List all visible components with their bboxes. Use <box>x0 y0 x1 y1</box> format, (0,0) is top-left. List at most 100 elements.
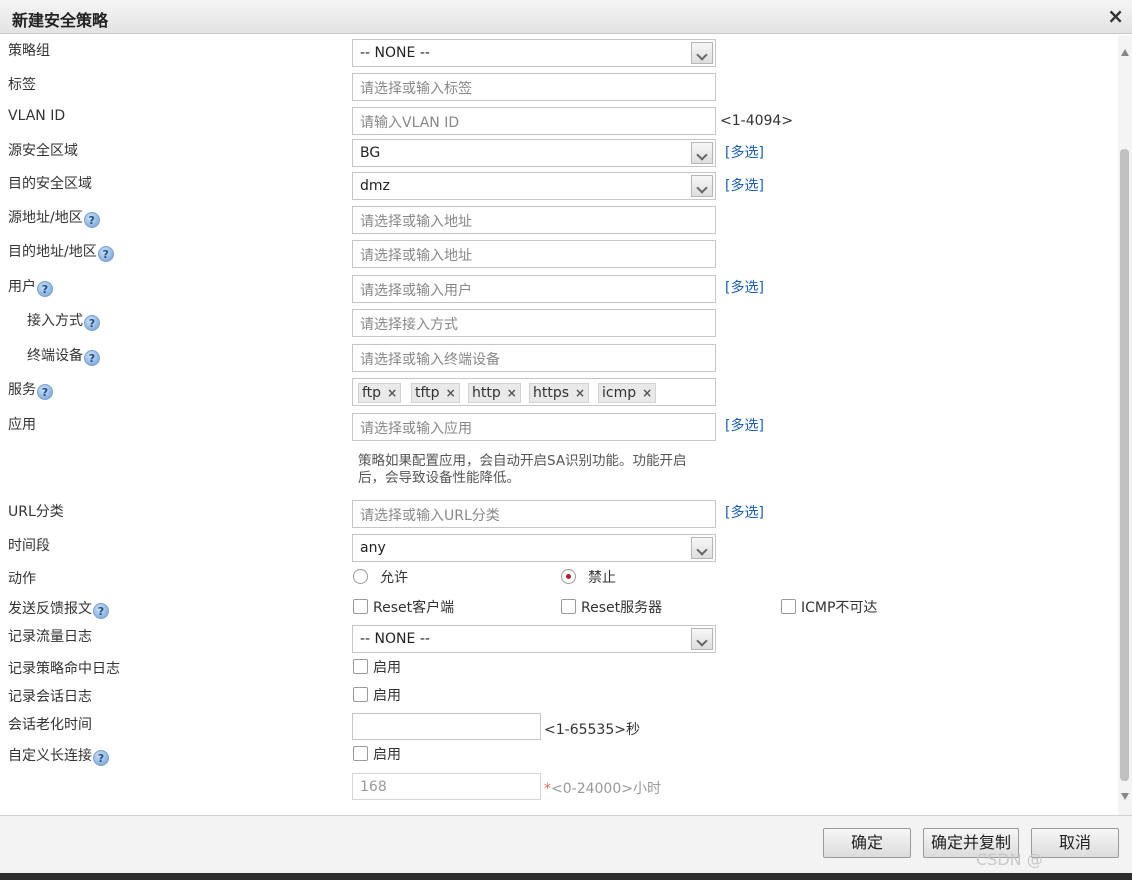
help-icon[interactable]: ? <box>93 750 109 766</box>
chevron-down-icon[interactable] <box>691 537 713 559</box>
url-multi-link[interactable]: [多选] <box>725 502 764 522</box>
src-zone-multi-link[interactable]: [多选] <box>725 142 764 162</box>
action-allow-radio[interactable] <box>353 569 368 584</box>
reset-client-label: Reset客户端 <box>373 600 455 616</box>
session-log-option: 启用 <box>373 688 401 704</box>
cancel-button[interactable]: 取消 <box>1031 828 1119 858</box>
user-input[interactable]: 请选择或输入用户 <box>352 275 716 303</box>
dst-zone-label: 目的安全区域 <box>8 176 92 192</box>
dst-zone-value: dmz <box>360 178 390 194</box>
url-input[interactable]: 请选择或输入URL分类 <box>352 500 716 528</box>
vlan-placeholder: 请输入VLAN ID <box>360 115 460 131</box>
service-tag-label: tftp <box>415 385 440 401</box>
vertical-scrollbar[interactable] <box>1118 35 1132 815</box>
chevron-down-icon[interactable] <box>691 142 713 164</box>
tag-input[interactable]: 请选择或输入标签 <box>352 73 716 101</box>
dst-addr-label-text: 目的地址/地区 <box>8 244 97 260</box>
tag-label: 标签 <box>8 77 36 93</box>
bottom-bar <box>0 873 1132 880</box>
access-label: 接入方式? <box>27 310 100 331</box>
app-note-line: 策略如果配置应用，会自动开启SA识别功能。功能开启 <box>358 453 687 469</box>
dst-addr-input[interactable]: 请选择或输入地址 <box>352 240 716 268</box>
aging-label: 会话老化时间 <box>8 717 92 733</box>
aging-input[interactable] <box>352 713 541 740</box>
help-icon[interactable]: ? <box>93 603 109 619</box>
src-zone-select[interactable]: BG <box>352 139 716 167</box>
url-label: URL分类 <box>8 504 64 520</box>
action-deny-radio[interactable] <box>561 569 576 584</box>
vlan-input[interactable]: 请输入VLAN ID <box>352 107 716 135</box>
traffic-log-value: -- NONE -- <box>360 631 430 647</box>
policy-group-select[interactable]: -- NONE -- <box>352 39 716 67</box>
scrollbar-thumb[interactable] <box>1120 149 1129 781</box>
service-tag: icmp × <box>598 383 657 403</box>
reset-client-checkbox[interactable] <box>353 599 368 614</box>
feedback-label: 发送反馈报文? <box>8 598 109 619</box>
dst-addr-label: 目的地址/地区? <box>8 241 114 262</box>
dialog-titlebar: 新建安全策略 × <box>0 0 1132 34</box>
src-addr-input[interactable]: 请选择或输入地址 <box>352 206 716 234</box>
terminal-placeholder: 请选择或输入终端设备 <box>360 352 500 368</box>
remove-icon[interactable]: × <box>642 386 652 400</box>
remove-icon[interactable]: × <box>446 386 456 400</box>
reset-server-label: Reset服务器 <box>581 600 663 616</box>
chevron-down-icon[interactable] <box>691 628 713 650</box>
vlan-label: VLAN ID <box>8 108 66 124</box>
reset-server-checkbox[interactable] <box>561 599 576 614</box>
service-tag: ftp × <box>358 383 402 403</box>
remove-icon[interactable]: × <box>387 386 397 400</box>
help-icon[interactable]: ? <box>37 384 53 400</box>
close-icon[interactable]: × <box>1107 4 1124 28</box>
access-input[interactable]: 请选择接入方式 <box>352 309 716 337</box>
remove-icon[interactable]: × <box>575 386 585 400</box>
time-select[interactable]: any <box>352 534 716 562</box>
user-multi-link[interactable]: [多选] <box>725 277 764 297</box>
policy-group-label: 策略组 <box>8 43 50 59</box>
terminal-input[interactable]: 请选择或输入终端设备 <box>352 344 716 372</box>
help-icon[interactable]: ? <box>97 246 114 262</box>
help-icon[interactable]: ? <box>84 350 100 366</box>
hit-log-checkbox[interactable] <box>353 659 368 674</box>
app-multi-link[interactable]: [多选] <box>725 415 764 435</box>
dst-zone-select[interactable]: dmz <box>352 172 716 200</box>
hit-log-option: 启用 <box>373 660 401 676</box>
action-allow-label: 允许 <box>380 570 408 586</box>
dst-zone-multi-link[interactable]: [多选] <box>725 175 764 195</box>
service-tag: https × <box>529 383 590 403</box>
help-icon[interactable]: ? <box>37 281 53 297</box>
remove-icon[interactable]: × <box>507 386 517 400</box>
access-placeholder: 请选择接入方式 <box>360 317 458 333</box>
service-tag-input[interactable]: ftp × tftp × http × https × icmp × <box>352 378 716 406</box>
required-mark: * <box>544 781 551 797</box>
app-placeholder: 请选择或输入应用 <box>360 421 472 437</box>
service-tag: http × <box>468 383 521 403</box>
policy-group-value: -- NONE -- <box>360 45 430 61</box>
long-conn-option: 启用 <box>373 747 401 763</box>
long-conn-hours-value: 168 <box>360 779 387 795</box>
scroll-up-icon[interactable] <box>1121 49 1129 56</box>
help-icon[interactable]: ? <box>83 212 100 228</box>
session-log-checkbox[interactable] <box>353 687 368 702</box>
url-placeholder: 请选择或输入URL分类 <box>360 508 500 524</box>
long-conn-hours-input[interactable]: 168 <box>352 773 541 800</box>
hit-log-label: 记录策略命中日志 <box>8 661 120 677</box>
chevron-down-icon[interactable] <box>691 42 713 64</box>
icmp-unreachable-label: ICMP不可达 <box>801 600 878 616</box>
help-icon[interactable]: ? <box>84 315 100 331</box>
action-deny-label: 禁止 <box>588 570 616 586</box>
user-label-text: 用户 <box>8 279 36 295</box>
time-value: any <box>360 540 386 556</box>
traffic-log-select[interactable]: -- NONE -- <box>352 625 716 653</box>
service-label-text: 服务 <box>8 382 36 398</box>
long-conn-range: *<0-24000>小时 <box>544 778 661 798</box>
long-conn-checkbox[interactable] <box>353 746 368 761</box>
dialog-footer: 确定 确定并复制 取消 <box>0 815 1132 873</box>
watermark: CSDN @ <box>976 850 1043 869</box>
icmp-unreachable-checkbox[interactable] <box>781 599 796 614</box>
scroll-down-icon[interactable] <box>1121 793 1129 800</box>
ok-button[interactable]: 确定 <box>823 828 911 858</box>
app-input[interactable]: 请选择或输入应用 <box>352 413 716 441</box>
terminal-label-text: 终端设备 <box>27 348 83 364</box>
chevron-down-icon[interactable] <box>691 175 713 197</box>
aging-range: <1-65535>秒 <box>544 722 640 738</box>
